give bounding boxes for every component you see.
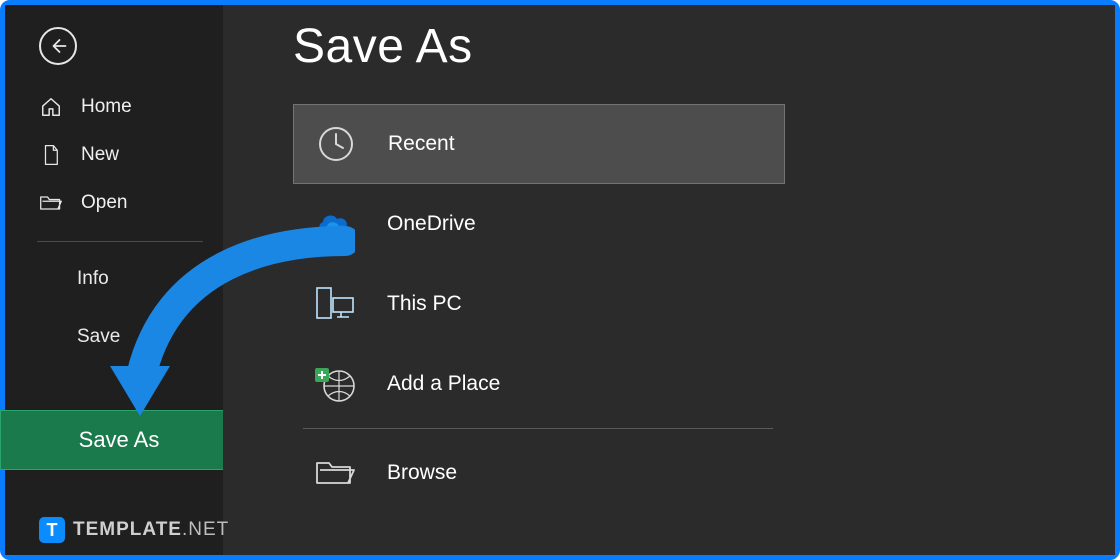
sidebar-item-open[interactable]: Open (5, 179, 223, 227)
sidebar-item-label: Save As (79, 427, 160, 453)
sidebar-item-label: Home (81, 96, 132, 118)
location-label: Recent (388, 132, 455, 156)
watermark: T TEMPLATE.NET (39, 517, 229, 543)
location-onedrive[interactable]: OneDrive (293, 184, 785, 264)
clock-icon (312, 124, 360, 164)
location-browse[interactable]: Browse (293, 433, 785, 513)
app-frame: Home New Open Info Save Save As Save As (0, 0, 1120, 560)
back-arrow-icon (49, 37, 67, 55)
sidebar-item-home[interactable]: Home (5, 83, 223, 131)
home-icon (39, 96, 63, 118)
sidebar-item-label: Open (81, 192, 127, 214)
sidebar-separator (37, 241, 203, 242)
sidebar-item-label: New (81, 144, 119, 166)
page-title: Save As (293, 19, 1115, 74)
save-location-list: Recent OneDrive This PC (293, 104, 785, 513)
sidebar-item-save-as[interactable]: Save As (0, 410, 238, 470)
add-place-globe-icon (311, 364, 359, 404)
watermark-text-bold: TEMPLATE (73, 519, 182, 540)
location-separator (303, 428, 773, 429)
sidebar-item-save[interactable]: Save (5, 308, 223, 366)
onedrive-cloud-icon (311, 210, 359, 238)
watermark-badge-icon: T (39, 517, 65, 543)
location-label: This PC (387, 292, 462, 316)
sidebar-item-info[interactable]: Info (5, 250, 223, 308)
location-label: Add a Place (387, 372, 500, 396)
back-button[interactable] (39, 27, 77, 65)
backstage-sidebar: Home New Open Info Save Save As (5, 5, 223, 555)
browse-folder-icon (311, 457, 359, 489)
watermark-text-thin: .NET (182, 519, 229, 540)
watermark-text: TEMPLATE.NET (73, 519, 229, 541)
location-recent[interactable]: Recent (293, 104, 785, 184)
main-panel: Save As Recent OneDrive This PC (223, 5, 1115, 555)
new-document-icon (39, 144, 63, 166)
folder-open-icon (39, 193, 63, 213)
sidebar-item-label: Save (77, 326, 120, 347)
location-this-pc[interactable]: This PC (293, 264, 785, 344)
location-add-place[interactable]: Add a Place (293, 344, 785, 424)
this-pc-icon (311, 284, 359, 324)
location-label: Browse (387, 461, 457, 485)
sidebar-item-label: Info (77, 268, 109, 289)
location-label: OneDrive (387, 212, 476, 236)
sidebar-item-new[interactable]: New (5, 131, 223, 179)
